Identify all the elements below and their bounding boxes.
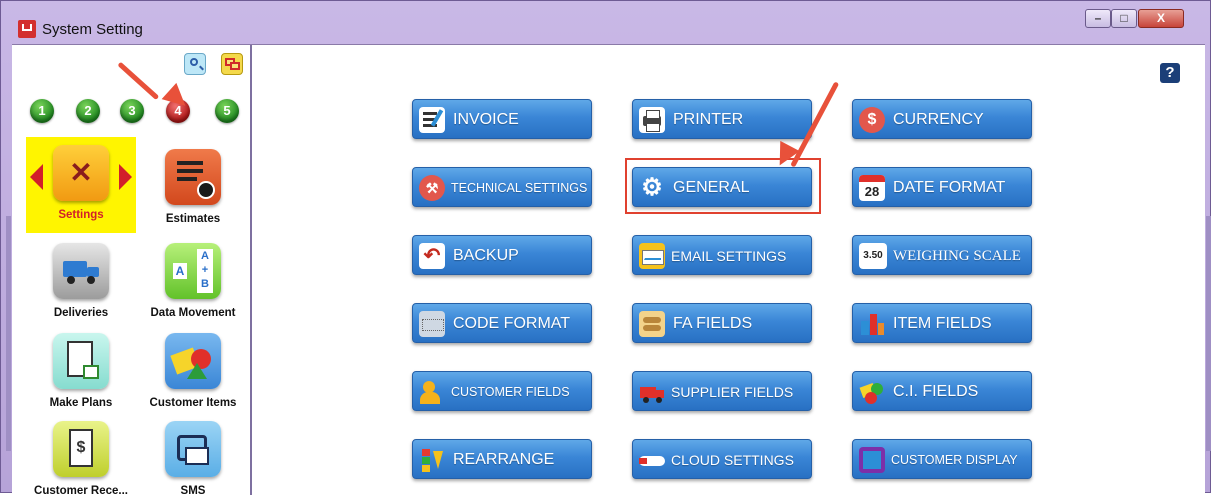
page-5-button[interactable]: 5 (215, 99, 239, 123)
code-format-button[interactable]: CODE FORMAT (412, 303, 592, 343)
annotation-arrow-shaft (117, 61, 160, 101)
customer-fields-button[interactable]: CUSTOMER FIELDS (412, 371, 592, 411)
receipt-icon: $ (53, 421, 109, 477)
clipboard-plan-icon (53, 333, 109, 389)
sms-envelope-icon (165, 421, 221, 477)
module-make-plans[interactable]: Make Plans (26, 333, 136, 409)
module-customer-receipts[interactable]: $ Customer Rece... (26, 421, 136, 497)
page-1-button[interactable]: 1 (30, 99, 54, 123)
module-label: Make Plans (49, 397, 113, 409)
ci-fields-button[interactable]: C.I. FIELDS (852, 371, 1032, 411)
printer-button[interactable]: PRINTER (632, 99, 812, 139)
cart-app-icon (18, 20, 36, 38)
windows-button[interactable] (221, 53, 243, 75)
code-format-icon (419, 311, 445, 337)
customer-fields-icon (419, 379, 445, 405)
prev-arrow-icon[interactable] (30, 164, 43, 190)
module-label: Settings (58, 209, 104, 221)
page-3-button[interactable]: 3 (120, 99, 144, 123)
module-sidebar: 1 2 3 4 5 ✕ Settings Estimates Deliverie… (12, 45, 252, 497)
technical-settings-button[interactable]: ⚒ TECHNICAL SETTINGS (412, 167, 592, 207)
printer-icon (639, 107, 665, 133)
module-customer-items[interactable]: Customer Items (138, 333, 248, 409)
close-button[interactable]: X (1138, 9, 1184, 28)
currency-icon: $ (859, 107, 885, 133)
maximize-button[interactable]: □ (1111, 9, 1137, 28)
data-movement-icon: A A + B (165, 243, 221, 299)
supplier-fields-button[interactable]: SUPPLIER FIELDS (632, 371, 812, 411)
currency-button[interactable]: $ CURRENCY (852, 99, 1032, 139)
module-deliveries[interactable]: Deliveries (26, 243, 136, 319)
module-data-movement[interactable]: A A + B Data Movement (138, 243, 248, 319)
invoice-button[interactable]: INVOICE (412, 99, 592, 139)
module-label: SMS (180, 485, 206, 497)
delivery-truck-icon (53, 243, 109, 299)
backup-icon: ↶ (419, 243, 445, 269)
item-fields-button[interactable]: ITEM FIELDS (852, 303, 1032, 343)
shapes-icon (165, 333, 221, 389)
module-label: Customer Rece... (34, 485, 128, 497)
calendar-icon: 28 (859, 175, 885, 201)
module-label: Data Movement (150, 307, 236, 319)
page-2-button[interactable]: 2 (76, 99, 100, 123)
module-estimates[interactable]: Estimates (138, 149, 248, 225)
module-label: Estimates (165, 213, 221, 225)
date-format-button[interactable]: 28 DATE FORMAT (852, 167, 1032, 207)
ci-shapes-icon (859, 379, 885, 405)
module-sms[interactable]: SMS (138, 421, 248, 497)
settings-panel: ? INVOICE ⚒ TECHNICAL SETTINGS ↶ BACKUP … (252, 45, 1205, 495)
system-setting-window: System Setting – □ X 1 2 3 4 5 ✕ Setting… (0, 0, 1211, 497)
window-title: System Setting (42, 21, 143, 38)
client-area: 1 2 3 4 5 ✕ Settings Estimates Deliverie… (12, 44, 1205, 497)
rearrange-button[interactable]: REARRANGE (412, 439, 592, 479)
invoice-icon (419, 107, 445, 133)
cloud-settings-button[interactable]: CLOUD SETTINGS (632, 439, 812, 479)
wrench-screwdriver-icon: ✕ (53, 145, 109, 201)
customer-display-button[interactable]: CUSTOMER DISPLAY (852, 439, 1032, 479)
left-border (6, 216, 11, 451)
cloud-icon (639, 447, 665, 473)
estimate-document-icon (165, 149, 221, 205)
item-fields-icon (859, 311, 885, 337)
technical-settings-icon: ⚒ (419, 175, 445, 201)
fa-fields-button[interactable]: FA FIELDS (632, 303, 812, 343)
title-bar[interactable]: System Setting – □ X (1, 1, 1211, 43)
right-border (1206, 216, 1211, 451)
next-arrow-icon[interactable] (119, 164, 132, 190)
backup-button[interactable]: ↶ BACKUP (412, 235, 592, 275)
module-settings[interactable]: ✕ Settings (26, 137, 136, 233)
supplier-truck-icon (639, 379, 665, 405)
minimize-button[interactable]: – (1085, 9, 1111, 28)
search-button[interactable] (184, 53, 206, 75)
email-settings-button[interactable]: EMAIL SETTINGS (632, 235, 812, 275)
scale-display-icon: 3.50 (859, 243, 887, 269)
search-icon (190, 58, 198, 66)
weighing-scale-button[interactable]: 3.50 WEIGHING SCALE (852, 235, 1032, 275)
module-label: Customer Items (149, 397, 237, 409)
module-label: Deliveries (53, 307, 109, 319)
email-icon (639, 243, 665, 269)
customer-display-icon (859, 447, 885, 473)
fa-fields-icon (639, 311, 665, 337)
rearrange-icon (419, 447, 445, 473)
help-button[interactable]: ? (1160, 63, 1180, 83)
